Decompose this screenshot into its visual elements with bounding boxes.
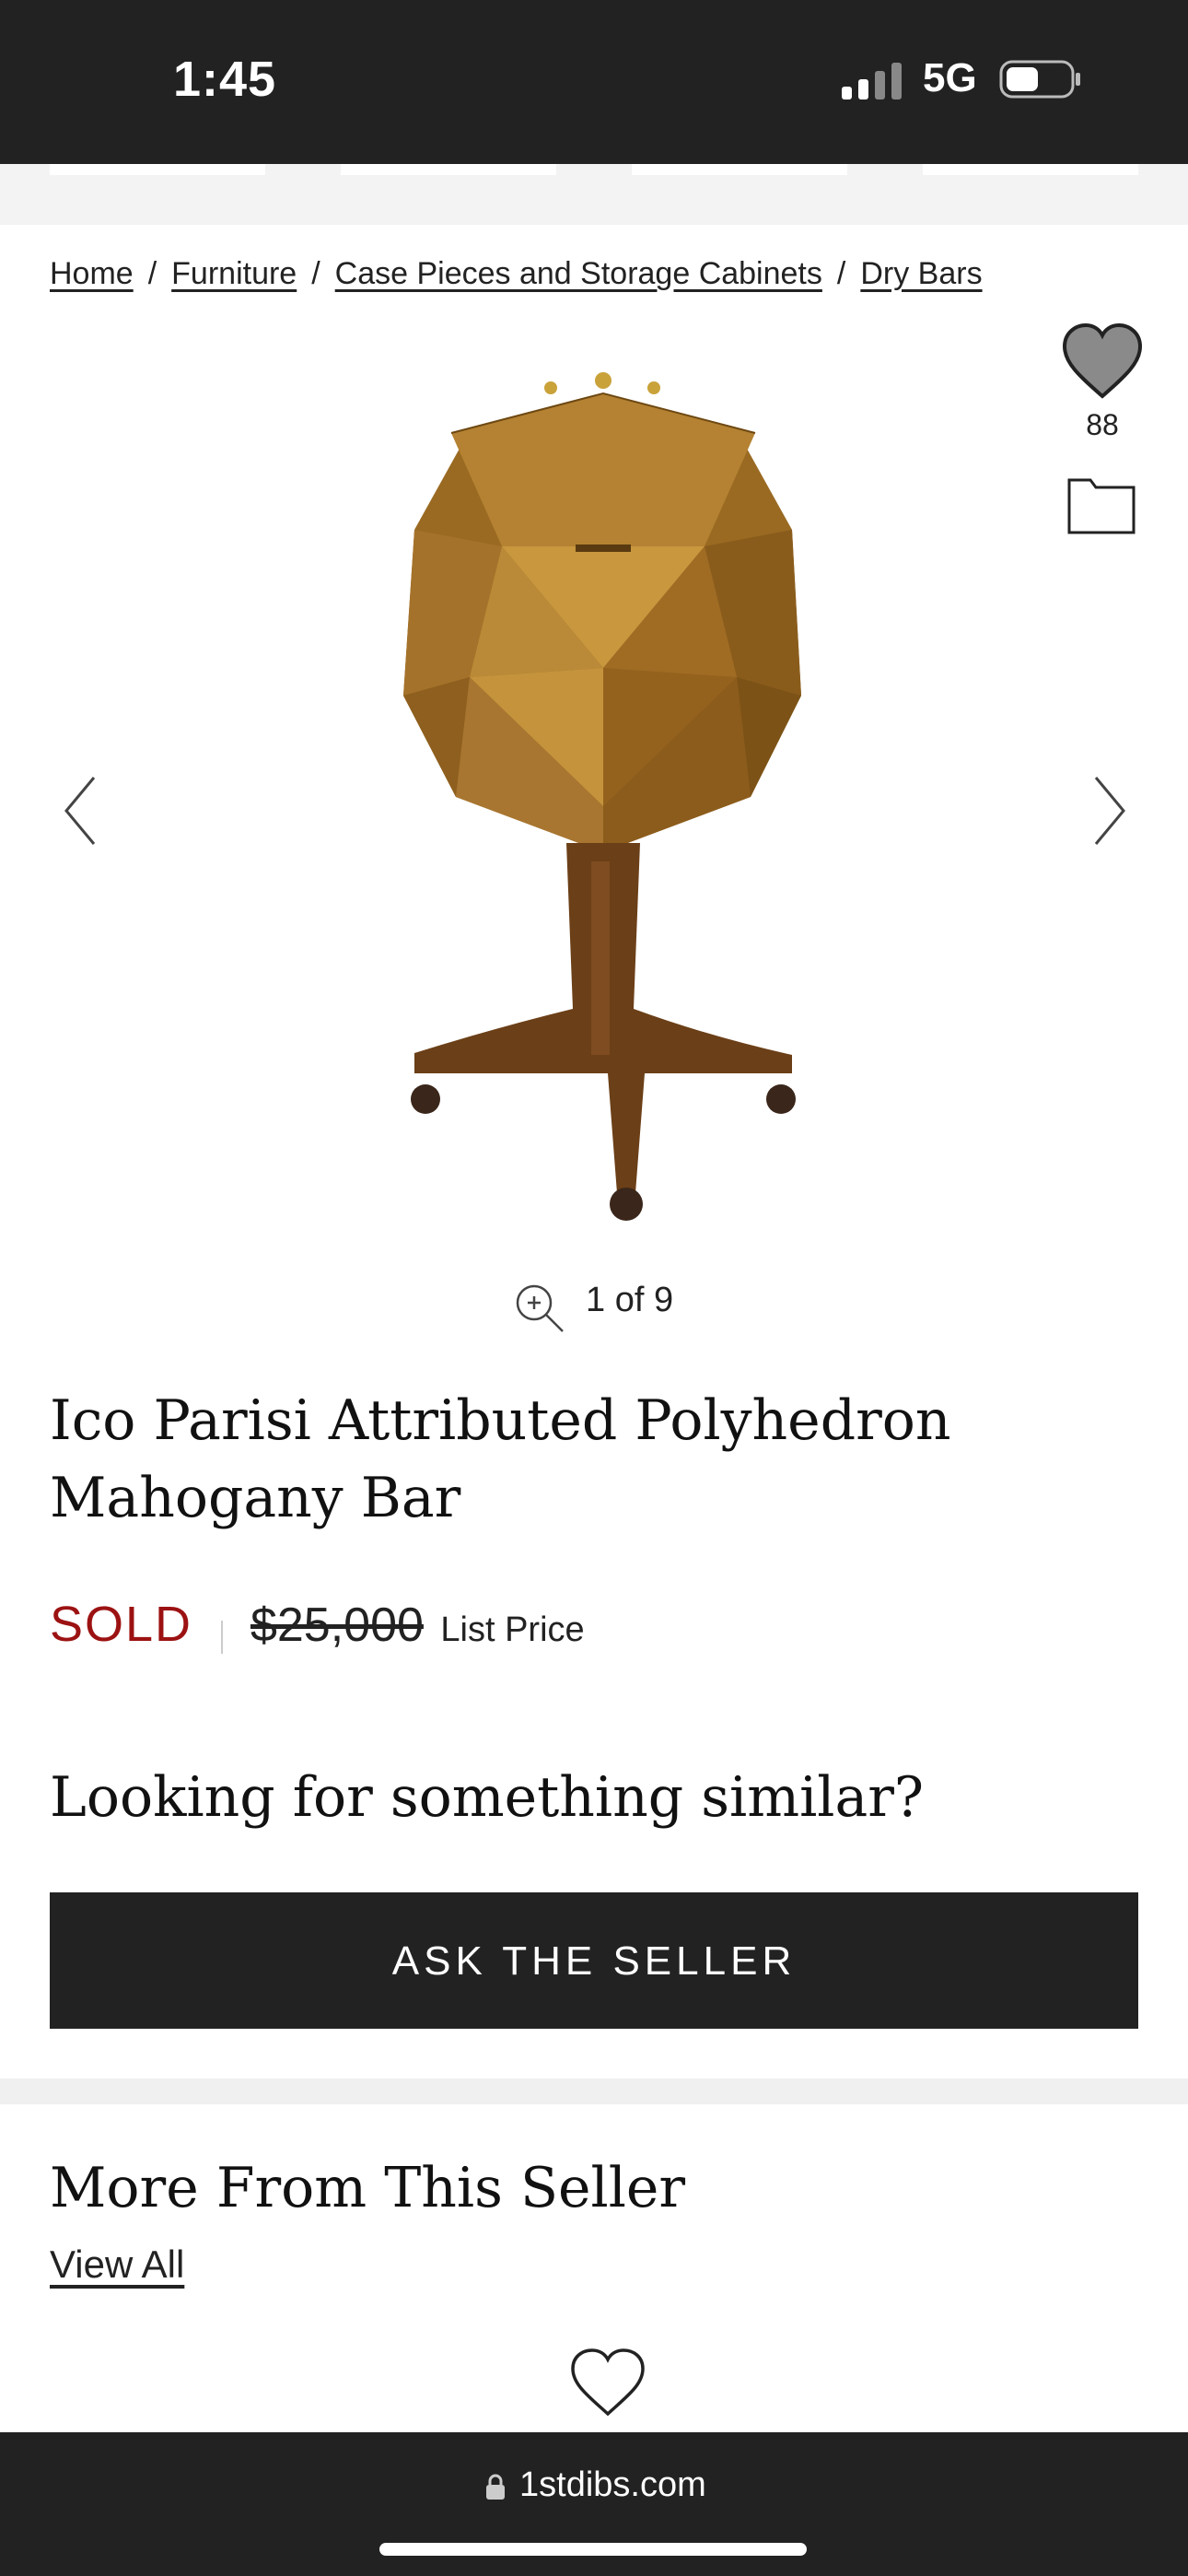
status-time: 1:45 xyxy=(173,52,277,107)
breadcrumb-home[interactable]: Home xyxy=(50,256,134,291)
breadcrumb-separator: / xyxy=(147,256,157,291)
favorite-button[interactable] xyxy=(1061,322,1144,404)
breadcrumb: Home / Furniture / Case Pieces and Storage C… xyxy=(50,256,983,292)
zoom-icon[interactable] xyxy=(514,1282,565,1334)
url-text[interactable]: 1stdibs.com xyxy=(519,2465,706,2505)
view-all-link[interactable]: View All xyxy=(50,2242,184,2287)
network-label: 5G xyxy=(923,55,977,100)
favorite-count: 88 xyxy=(1086,408,1119,441)
finials xyxy=(544,372,660,394)
product-image[interactable] xyxy=(341,364,838,1239)
breadcrumb-separator: / xyxy=(836,256,846,291)
chevron-left-icon[interactable] xyxy=(61,774,101,848)
tab-placeholder[interactable] xyxy=(923,164,1138,175)
image-counter: 1 of 9 xyxy=(586,1281,674,1319)
divider xyxy=(220,1620,223,1654)
breadcrumb-separator: / xyxy=(311,256,320,291)
similar-heading: Looking for something similar? xyxy=(50,1765,925,1830)
top-tab-strip xyxy=(0,164,1188,225)
sold-status: SOLD xyxy=(50,1597,193,1652)
breadcrumb-case-pieces[interactable]: Case Pieces and Storage Cabinets xyxy=(335,256,822,291)
heart-icon xyxy=(1062,322,1143,399)
signal-icon xyxy=(842,63,902,100)
breadcrumb-furniture[interactable]: Furniture xyxy=(171,256,297,291)
home-indicator[interactable] xyxy=(379,2543,807,2556)
ask-seller-button[interactable]: ASK THE SELLER xyxy=(50,1892,1138,2029)
tab-placeholder[interactable] xyxy=(632,164,847,175)
tab-placeholder[interactable] xyxy=(341,164,556,175)
price-row: SOLD $25,000 List Price xyxy=(50,1596,585,1654)
list-price-label: List Price xyxy=(440,1610,585,1649)
chevron-right-icon[interactable] xyxy=(1089,774,1129,848)
lock-icon xyxy=(486,2474,505,2500)
tab-placeholder[interactable] xyxy=(50,164,265,175)
heart-outline-icon[interactable] xyxy=(569,2348,646,2418)
product-title: Ico Parisi Attributed Polyhedron Mahogan… xyxy=(50,1388,951,1530)
breadcrumb-dry-bars[interactable]: Dry Bars xyxy=(860,256,982,291)
section-divider xyxy=(0,2078,1188,2104)
list-price: $25,000 xyxy=(250,1598,424,1652)
folder-icon[interactable] xyxy=(1066,474,1136,535)
more-from-seller-heading: More From This Seller xyxy=(50,2156,686,2220)
battery-icon xyxy=(999,60,1080,99)
